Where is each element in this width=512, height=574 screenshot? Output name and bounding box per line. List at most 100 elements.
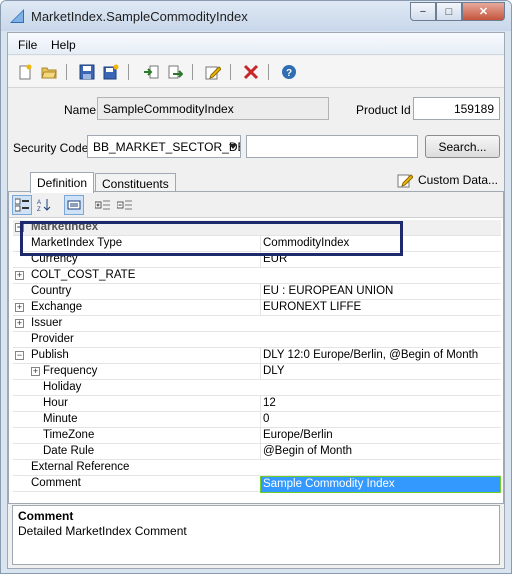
expand-icon[interactable]: + — [15, 303, 24, 312]
property-value[interactable]: EUR — [260, 252, 501, 267]
expand-all-icon[interactable] — [93, 195, 113, 215]
category-row[interactable]: − MarketIndex — [13, 220, 501, 236]
property-name: Issuer — [31, 317, 63, 329]
property-row[interactable]: Currency EUR — [13, 252, 501, 268]
property-name: Publish — [31, 349, 69, 361]
collapse-all-icon[interactable] — [115, 195, 135, 215]
security-code-dropdown[interactable]: BB_MARKET_SECTOR_DES — [87, 135, 241, 158]
property-name: Holiday — [43, 381, 82, 393]
property-name: Comment — [31, 477, 81, 489]
collapse-icon[interactable]: − — [15, 351, 24, 360]
property-grid: − MarketIndex MarketIndex Type CommodityI… — [13, 220, 501, 493]
property-value[interactable]: 0 — [260, 412, 501, 427]
new-icon[interactable] — [16, 63, 34, 81]
open-icon[interactable] — [40, 63, 58, 81]
property-row[interactable]: + Exchange EURONEXT LIFFE — [13, 300, 501, 316]
property-value[interactable]: CommodityIndex — [260, 236, 501, 251]
toolbar-separator — [192, 64, 193, 80]
tab-strip: Definition Constituents Custom Data... — [8, 170, 504, 193]
title-bar[interactable]: MarketIndex.SampleCommodityIndex − □ ✕ — [1, 1, 511, 31]
property-value[interactable]: 12 — [260, 396, 501, 411]
property-value[interactable]: EURONEXT LIFFE — [260, 300, 501, 315]
delete-icon[interactable] — [242, 63, 260, 81]
toolbar-separator — [268, 64, 269, 80]
property-row[interactable]: Minute 0 — [13, 412, 501, 428]
save-all-icon[interactable] — [102, 63, 120, 81]
property-name: MarketIndex Type — [31, 237, 123, 249]
menu-file[interactable]: File — [18, 38, 37, 52]
property-value[interactable]: DLY — [260, 364, 501, 379]
property-name: COLT_COST_RATE — [31, 269, 136, 281]
tab-definition[interactable]: Definition — [30, 172, 95, 193]
comment-value-input[interactable]: Sample Commodity Index — [260, 476, 501, 493]
svg-text:?: ? — [286, 68, 292, 79]
window-title: MarketIndex.SampleCommodityIndex — [31, 9, 248, 24]
property-row[interactable]: TimeZone Europe/Berlin — [13, 428, 501, 444]
search-input[interactable] — [246, 135, 418, 158]
property-row[interactable]: Holiday — [13, 380, 501, 396]
help-icon[interactable]: ? — [280, 63, 298, 81]
name-label: Name — [64, 103, 97, 117]
toolbar-separator — [66, 64, 67, 80]
property-help-pane: Comment Detailed MarketIndex Comment — [12, 505, 500, 565]
categorized-icon[interactable] — [12, 195, 32, 215]
expand-icon[interactable]: + — [15, 319, 24, 328]
menu-bar: File Help — [8, 33, 504, 55]
client-area: File Help ? Name SampleCommodityIndex Pr… — [7, 32, 505, 569]
property-row[interactable]: + COLT_COST_RATE — [13, 268, 501, 284]
property-row-selected[interactable]: Comment Sample Commodity Index — [13, 476, 501, 493]
property-row[interactable]: + Frequency DLY — [13, 364, 501, 380]
toolbar-separator — [230, 64, 231, 80]
property-row[interactable]: − Publish DLY 12:0 Europe/Berlin, @Begin o… — [13, 348, 501, 364]
property-pages-icon[interactable] — [64, 195, 84, 215]
collapse-icon[interactable]: − — [15, 223, 24, 232]
app-icon — [10, 9, 24, 23]
property-value[interactable]: @Begin of Month — [260, 444, 501, 459]
toolbar-separator — [128, 64, 129, 80]
property-value[interactable]: Europe/Berlin — [260, 428, 501, 443]
sort-alphabetical-icon[interactable]: AZ — [34, 195, 54, 215]
property-row[interactable]: Provider — [13, 332, 501, 348]
application-window: MarketIndex.SampleCommodityIndex − □ ✕ F… — [0, 0, 512, 574]
product-id-field[interactable]: 159189 — [413, 97, 500, 120]
import-icon[interactable] — [142, 63, 160, 81]
property-name: Provider — [31, 333, 74, 345]
definition-tab-page: AZ − MarketIndex MarketIndex Type Commodi… — [8, 191, 504, 504]
security-code-label: Security Code — [13, 141, 89, 155]
property-name: Hour — [43, 397, 68, 409]
help-description: Detailed MarketIndex Comment — [18, 524, 187, 538]
custom-data-button[interactable]: Custom Data... — [397, 172, 498, 188]
property-row[interactable]: MarketIndex Type CommodityIndex — [13, 236, 501, 252]
minimize-button[interactable]: − — [410, 2, 436, 21]
property-name: TimeZone — [43, 429, 95, 441]
menu-help[interactable]: Help — [51, 38, 76, 52]
property-row[interactable]: Country EU : EUROPEAN UNION — [13, 284, 501, 300]
property-row[interactable]: Hour 12 — [13, 396, 501, 412]
property-row[interactable]: + Issuer — [13, 316, 501, 332]
export-icon[interactable] — [166, 63, 184, 81]
tab-constituents[interactable]: Constituents — [95, 173, 176, 192]
property-row[interactable]: External Reference — [13, 460, 501, 476]
chevron-down-icon — [229, 144, 237, 149]
property-name: Exchange — [31, 301, 83, 313]
property-value[interactable]: EU : EUROPEAN UNION — [260, 284, 501, 299]
expand-icon[interactable]: + — [15, 271, 24, 280]
property-value[interactable]: DLY 12:0 Europe/Berlin, @Begin of Month — [260, 348, 501, 363]
search-button[interactable]: Search... — [425, 135, 500, 158]
svg-text:A: A — [37, 200, 41, 206]
product-id-label: Product Id — [356, 103, 411, 117]
property-name: External Reference — [31, 461, 130, 473]
save-icon[interactable] — [78, 63, 96, 81]
property-name: Frequency — [43, 365, 98, 377]
expand-icon[interactable]: + — [31, 367, 40, 376]
edit-icon[interactable] — [204, 63, 222, 81]
toolbar: ? — [8, 56, 504, 88]
name-field[interactable]: SampleCommodityIndex — [97, 97, 329, 120]
maximize-button[interactable]: □ — [436, 2, 462, 21]
property-row[interactable]: Date Rule @Begin of Month — [13, 444, 501, 460]
property-grid-toolbar: AZ — [9, 192, 503, 218]
help-title: Comment — [18, 509, 74, 523]
close-button[interactable]: ✕ — [462, 2, 505, 21]
svg-text:Z: Z — [37, 207, 41, 212]
category-label: MarketIndex — [31, 221, 99, 233]
